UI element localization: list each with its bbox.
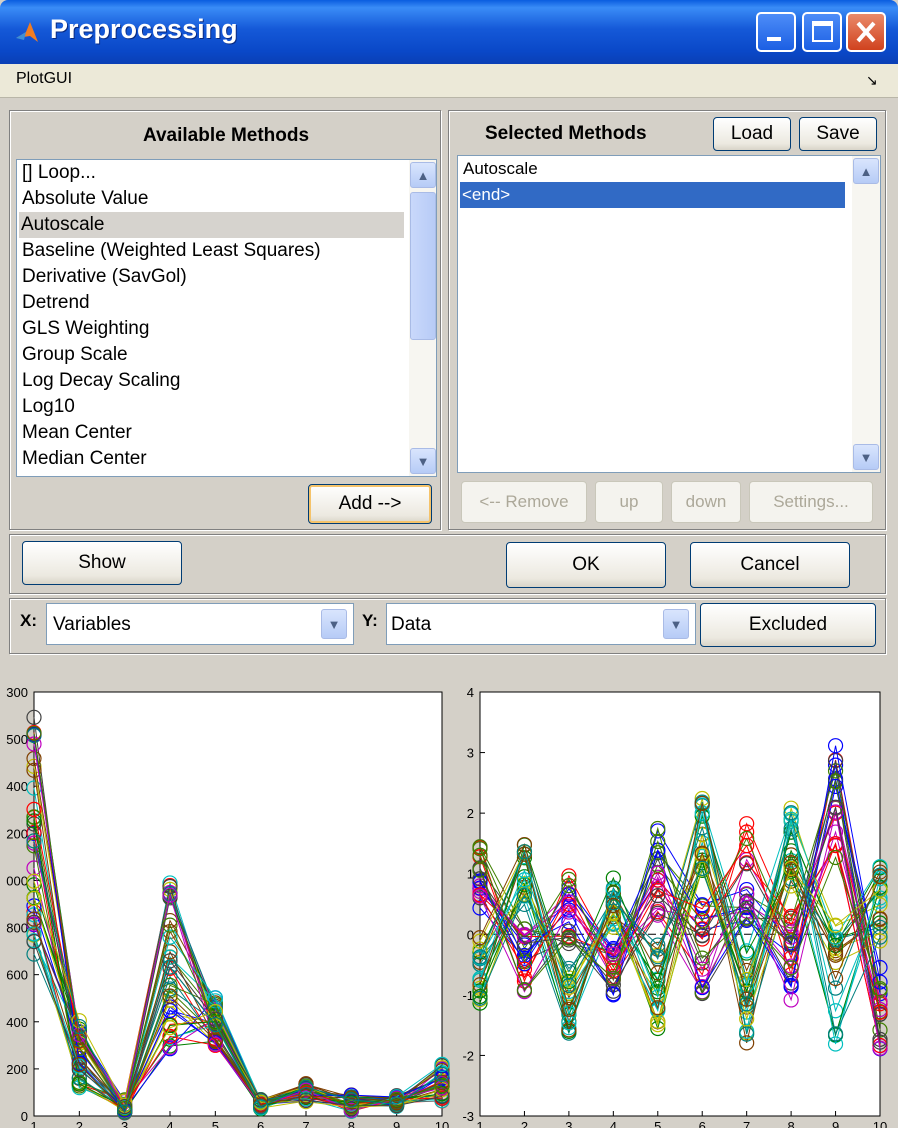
x-tick-label: 5 <box>654 1119 661 1128</box>
dock-arrow-icon[interactable]: ↘ <box>866 72 878 89</box>
y-tick-label: 3 <box>467 746 474 761</box>
y-tick-label: 2 <box>467 806 474 821</box>
y-tick-label: 4 <box>467 685 474 700</box>
list-item[interactable]: Detrend <box>20 290 90 316</box>
load-button[interactable]: Load <box>713 117 791 151</box>
x-tick-label: 5 <box>212 1119 219 1128</box>
save-button[interactable]: Save <box>799 117 877 151</box>
x-tick-label: 1 <box>476 1119 483 1128</box>
selected-methods-panel: Selected Methods Load Save Autoscale <en… <box>448 110 886 530</box>
y-axis-value: Data <box>391 614 432 635</box>
chevron-down-icon[interactable]: ▼ <box>663 609 689 639</box>
selected-list-scrollbar[interactable]: ▲ ▼ <box>852 156 880 472</box>
down-button[interactable]: down <box>671 481 741 523</box>
list-item[interactable]: GLS Weighting <box>20 316 149 342</box>
x-axis-select[interactable]: Variables ▼ <box>46 603 354 645</box>
y-tick-label: 200 <box>6 1062 28 1077</box>
y-tick-label: 400 <box>6 1015 28 1030</box>
x-tick-label: 9 <box>393 1119 400 1128</box>
close-button[interactable] <box>846 12 886 52</box>
ok-button[interactable]: OK <box>506 542 666 588</box>
minimize-icon <box>767 37 781 41</box>
scroll-thumb[interactable] <box>410 192 436 340</box>
list-item[interactable]: [] Loop... <box>20 160 96 186</box>
x-tick-label: 7 <box>302 1119 309 1128</box>
actions-panel: Show OK Cancel <box>9 534 886 594</box>
scroll-up-icon[interactable]: ▲ <box>853 158 879 184</box>
y-tick-label: 800 <box>6 921 28 936</box>
x-axis-value: Variables <box>53 614 131 635</box>
x-tick-label: 1 <box>30 1119 37 1128</box>
y-tick-label: 400 <box>6 779 28 794</box>
add-button[interactable]: Add --> <box>308 484 432 524</box>
y-tick-label: -2 <box>462 1048 474 1063</box>
remove-button[interactable]: <-- Remove <box>461 481 587 523</box>
y-tick-label: 200 <box>6 826 28 841</box>
x-label: X: <box>20 611 37 630</box>
x-tick-label: 6 <box>257 1119 264 1128</box>
plots-area: 1 2 3 4 5 6 7 8 9 1030050040020000080060040020001… <box>6 685 888 1128</box>
x-tick-label: 4 <box>166 1119 173 1128</box>
list-item-selected[interactable]: <end> <box>460 182 845 208</box>
y-tick-label: 500 <box>6 732 28 747</box>
x-tick-label: 4 <box>610 1119 617 1128</box>
x-tick-label: 10 <box>873 1119 887 1128</box>
matlab-icon <box>16 22 38 42</box>
list-item[interactable]: Group Scale <box>20 342 128 368</box>
x-tick-label: 9 <box>832 1119 839 1128</box>
y-label: Y: <box>362 611 378 630</box>
x-tick-label: 8 <box>787 1119 794 1128</box>
window-title: Preprocessing <box>50 14 238 44</box>
available-list-scrollbar[interactable]: ▲ ▼ <box>409 160 436 476</box>
x-tick-label: 8 <box>348 1119 355 1128</box>
excluded-button[interactable]: Excluded <box>700 603 876 647</box>
menu-plotgui[interactable]: PlotGUI <box>16 70 72 88</box>
y-tick-label: -1 <box>462 988 474 1003</box>
selected-methods-list[interactable]: Autoscale <end> ▲ ▼ <box>457 155 881 473</box>
x-tick-label: 7 <box>743 1119 750 1128</box>
scroll-up-icon[interactable]: ▲ <box>410 162 436 188</box>
y-tick-label: 600 <box>6 968 28 983</box>
y-tick-label: 000 <box>6 873 28 888</box>
y-tick-label: 300 <box>6 685 28 700</box>
scroll-down-icon[interactable]: ▼ <box>853 444 879 470</box>
title-bar[interactable]: Preprocessing <box>0 0 898 64</box>
show-button[interactable]: Show <box>22 541 182 585</box>
maximize-button[interactable] <box>802 12 842 52</box>
menu-bar: PlotGUI ↘ <box>0 64 898 98</box>
scroll-down-icon[interactable]: ▼ <box>410 448 436 474</box>
axis-select-panel: X: Variables ▼ Y: Data ▼ Excluded <box>9 598 886 654</box>
close-icon <box>856 21 876 43</box>
x-tick-label: 3 <box>565 1119 572 1128</box>
list-item[interactable]: Log10 <box>20 394 75 420</box>
available-methods-heading: Available Methods <box>142 125 310 146</box>
available-methods-list[interactable]: [] Loop... Absolute Value Autoscale Base… <box>16 159 437 477</box>
list-item[interactable]: Absolute Value <box>20 186 148 212</box>
list-item[interactable]: Median Center <box>20 446 147 472</box>
list-item-selected[interactable]: Autoscale <box>19 212 404 238</box>
minimize-button[interactable] <box>756 12 796 52</box>
list-item[interactable]: Derivative (SavGol) <box>20 264 187 290</box>
chevron-down-icon[interactable]: ▼ <box>321 609 347 639</box>
available-methods-panel: Available Methods [] Loop... Absolute Va… <box>9 110 441 530</box>
list-item[interactable]: Log Decay Scaling <box>20 368 180 394</box>
settings-button[interactable]: Settings... <box>749 481 873 523</box>
y-tick-label: -3 <box>462 1109 474 1124</box>
list-item[interactable]: Autoscale <box>461 156 538 182</box>
y-tick-label: 0 <box>21 1109 28 1124</box>
selected-methods-heading: Selected Methods <box>485 123 647 144</box>
list-item[interactable]: Baseline (Weighted Least Squares) <box>20 238 321 264</box>
cancel-button[interactable]: Cancel <box>690 542 850 588</box>
y-axis-select[interactable]: Data ▼ <box>386 603 696 645</box>
maximize-icon <box>812 21 833 42</box>
x-tick-label: 10 <box>435 1119 449 1128</box>
list-item[interactable]: Mean Center <box>20 420 132 446</box>
x-tick-label: 2 <box>521 1119 528 1128</box>
x-tick-label: 2 <box>76 1119 83 1128</box>
up-button[interactable]: up <box>595 481 663 523</box>
x-tick-label: 6 <box>699 1119 706 1128</box>
